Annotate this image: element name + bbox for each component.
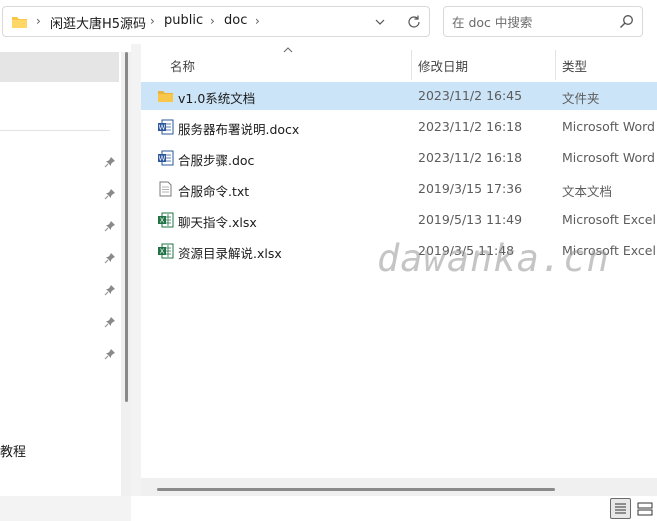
search-input[interactable] (452, 13, 612, 31)
excel-file-icon: X (158, 243, 174, 259)
file-name: v1.0系统文档 (178, 91, 256, 106)
svg-text:W: W (159, 155, 166, 163)
folder-icon (12, 17, 27, 28)
refresh-icon[interactable] (406, 14, 422, 30)
file-date: 2023/11/2 16:18 (418, 119, 523, 134)
nav-scrollbar-thumb[interactable] (125, 52, 128, 402)
column-header-type[interactable]: 类型 (562, 56, 587, 75)
column-divider[interactable] (555, 50, 556, 80)
column-header-name[interactable]: 名称 (170, 56, 195, 75)
file-row[interactable]: X 资源目录解说.xlsx 2019/3/5 11:48 Microsoft E… (141, 237, 657, 265)
search-box[interactable] (443, 6, 643, 37)
navigation-pane: 教程 (0, 44, 131, 499)
tiles-view-icon[interactable] (636, 500, 654, 517)
file-list: 名称 修改日期 类型 v1.0系统文档 2023/11/2 16:45 文件夹 … (141, 44, 657, 496)
breadcrumb-item[interactable]: public (164, 13, 203, 28)
pin-icon[interactable] (104, 348, 116, 360)
svg-text:X: X (160, 217, 165, 225)
file-date: 2019/3/5 11:48 (418, 243, 515, 258)
nav-item-selected[interactable] (0, 52, 119, 82)
breadcrumb-separator: › (255, 14, 260, 28)
details-view-icon (615, 503, 626, 514)
file-name: 合服命令.txt (178, 184, 250, 199)
file-name: 聊天指令.xlsx (178, 215, 257, 230)
file-row[interactable]: X 聊天指令.xlsx 2019/5/13 11:49 Microsoft Ex… (141, 206, 657, 234)
file-type: Microsoft Word (562, 150, 655, 165)
nav-divider (0, 130, 110, 131)
file-name: 资源目录解说.xlsx (178, 246, 282, 261)
pin-icon[interactable] (104, 252, 116, 264)
breadcrumb-item[interactable]: doc (224, 13, 247, 28)
file-type: Microsoft Word (562, 119, 655, 134)
breadcrumb-item[interactable]: 闲逛大唐H5源码 (50, 13, 146, 32)
file-row[interactable]: 合服命令.txt 2019/3/15 17:36 文本文档 (141, 175, 657, 203)
file-date: 2019/5/13 11:49 (418, 212, 523, 227)
file-row[interactable]: v1.0系统文档 2023/11/2 16:45 文件夹 (141, 82, 657, 110)
horizontal-scrollbar-thumb[interactable] (157, 488, 555, 491)
file-date: 2023/11/2 16:45 (418, 88, 523, 103)
excel-file-icon: X (158, 212, 174, 228)
file-row[interactable]: W 服务器布署说明.docx 2023/11/2 16:18 Microsoft… (141, 113, 657, 141)
nav-item-label[interactable]: 教程 (0, 441, 26, 460)
status-bar (141, 496, 657, 521)
details-view-button[interactable] (610, 498, 631, 519)
breadcrumb-separator: › (210, 14, 215, 28)
file-date: 2023/11/2 16:18 (418, 150, 523, 165)
file-name: 服务器布署说明.docx (178, 122, 300, 137)
chevron-down-icon[interactable] (373, 15, 387, 29)
search-icon[interactable] (619, 14, 634, 29)
file-row[interactable]: W 合服步骤.doc 2023/11/2 16:18 Microsoft Wor… (141, 144, 657, 172)
pane-splitter[interactable] (131, 44, 141, 496)
column-divider[interactable] (411, 50, 412, 80)
file-date: 2019/3/15 17:36 (418, 181, 523, 196)
svg-text:X: X (160, 248, 165, 256)
pin-icon[interactable] (104, 220, 116, 232)
folder-icon (158, 91, 173, 102)
svg-text:W: W (159, 124, 166, 132)
breadcrumb-separator: › (36, 14, 41, 28)
word-doc-icon: W (158, 150, 174, 166)
column-header-date[interactable]: 修改日期 (418, 56, 468, 75)
file-type: Microsoft Excel ... (562, 243, 657, 258)
pin-icon[interactable] (104, 156, 116, 168)
file-type: 文件夹 (562, 91, 600, 106)
file-name: 合服步骤.doc (178, 153, 255, 168)
sort-ascending-icon (283, 47, 293, 53)
word-doc-icon: W (158, 119, 174, 135)
file-type: Microsoft Excel ... (562, 212, 657, 227)
address-toolbar: › 闲逛大唐H5源码 › public › doc › (0, 0, 657, 44)
breadcrumb-separator: › (150, 14, 155, 28)
file-type: 文本文档 (562, 184, 613, 199)
text-file-icon (159, 181, 172, 197)
pin-icon[interactable] (104, 316, 116, 328)
nav-footer (0, 496, 131, 521)
pin-icon[interactable] (104, 188, 116, 200)
pin-icon[interactable] (104, 284, 116, 296)
address-bar[interactable]: › 闲逛大唐H5源码 › public › doc › (2, 6, 430, 37)
horizontal-scrollbar[interactable] (141, 478, 657, 496)
